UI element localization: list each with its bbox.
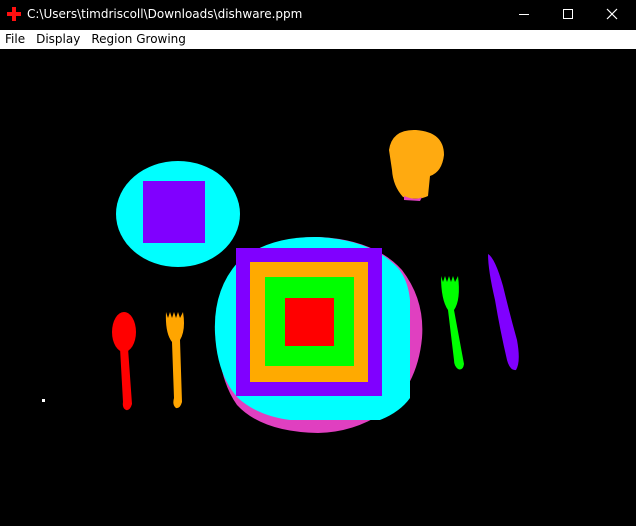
close-icon [606,8,618,20]
fork-orange [165,312,184,409]
image-canvas[interactable] [0,49,636,526]
dishware-image [42,129,519,433]
fork-green [441,276,464,370]
menu-file[interactable]: File [0,30,31,49]
close-button[interactable] [590,0,634,28]
minimize-icon [519,14,529,15]
maximize-button[interactable] [546,0,590,28]
noise-pixel [42,399,45,402]
plate-square-red [285,298,334,346]
knife [488,254,519,371]
title-bar[interactable]: C:\Users\timdriscoll\Downloads\dishware.… [0,0,636,30]
spoon-handle [120,348,132,411]
menu-bar: File Display Region Growing [0,30,636,49]
red-cross-icon [7,7,21,21]
maximize-icon [563,9,573,19]
small-plate-square [143,181,205,243]
window-title: C:\Users\timdriscoll\Downloads\dishware.… [27,7,303,21]
menu-display[interactable]: Display [31,30,86,49]
cup [389,129,444,199]
menu-region-growing[interactable]: Region Growing [86,30,192,49]
app-window: C:\Users\timdriscoll\Downloads\dishware.… [0,0,636,526]
minimize-button[interactable] [502,0,546,28]
spoon-bowl [112,312,136,352]
